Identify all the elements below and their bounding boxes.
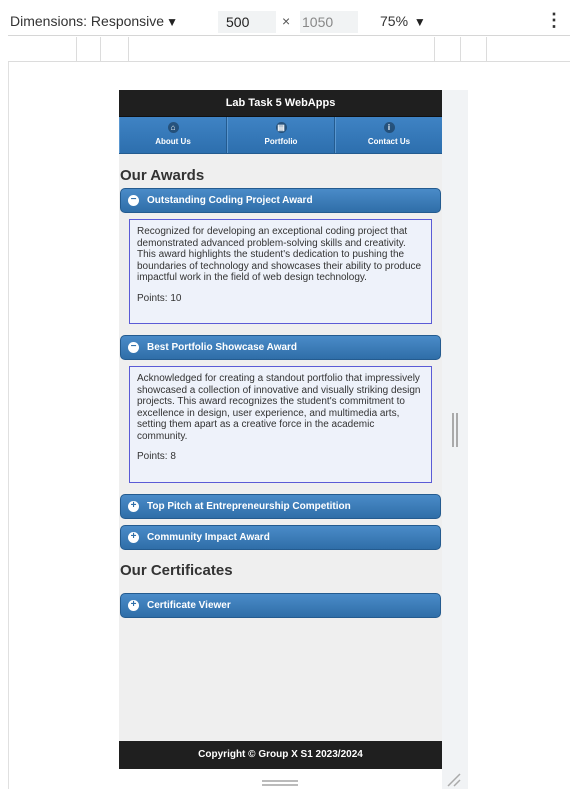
award-collapsible: − Outstanding Coding Project Award Recog… bbox=[120, 188, 441, 324]
award-title: Top Pitch at Entrepreneurship Competitio… bbox=[147, 501, 351, 512]
resize-handle-corner-icon[interactable] bbox=[446, 772, 462, 788]
ruler-divider bbox=[100, 37, 101, 62]
devtools-toolbar: Dimensions: Responsive ▼ 500 × 1050 75% ▼… bbox=[8, 8, 570, 36]
award-toggle[interactable]: + Community Impact Award bbox=[120, 525, 441, 550]
award-description: Acknowledged for creating a standout por… bbox=[137, 373, 421, 442]
award-title: Community Impact Award bbox=[147, 532, 270, 543]
certificate-toggle[interactable]: + Certificate Viewer bbox=[120, 593, 441, 618]
nav-label: Portfolio bbox=[264, 137, 298, 146]
certificate-title: Certificate Viewer bbox=[147, 600, 231, 611]
award-description: Recognized for developing an exceptional… bbox=[137, 226, 422, 283]
ruler-divider bbox=[486, 37, 487, 62]
nav-portfolio[interactable]: ▤ Portfolio bbox=[227, 117, 335, 153]
minus-icon: − bbox=[128, 342, 139, 353]
screen: Dimensions: Responsive ▼ 500 × 1050 75% ▼… bbox=[0, 0, 570, 789]
ruler-divider bbox=[76, 37, 77, 62]
award-content: Recognized for developing an exceptional… bbox=[129, 219, 432, 324]
nav-contact-us[interactable]: i Contact Us bbox=[335, 117, 442, 153]
award-collapsible: − Best Portfolio Showcase Award Acknowle… bbox=[120, 335, 441, 483]
info-icon: i bbox=[383, 122, 395, 133]
caret-down-icon: ▼ bbox=[166, 15, 178, 29]
media-query-ruler[interactable] bbox=[8, 37, 570, 62]
navbar: ⌂ About Us ▤ Portfolio i Contact Us bbox=[119, 117, 442, 154]
award-points: Points: 8 bbox=[137, 451, 176, 462]
certificate-collapsible: + Certificate Viewer bbox=[120, 593, 441, 618]
dimensions-dropdown[interactable]: Dimensions: Responsive ▼ bbox=[10, 13, 178, 29]
nav-label: About Us bbox=[155, 137, 191, 146]
zoom-label: 75% bbox=[380, 13, 409, 29]
award-collapsible: + Top Pitch at Entrepreneurship Competit… bbox=[120, 494, 441, 519]
device-viewport: Lab Task 5 WebApps ⌂ About Us ▤ Portfoli… bbox=[119, 90, 442, 769]
devtools-edge bbox=[8, 62, 9, 789]
home-icon: ⌂ bbox=[167, 122, 179, 133]
ruler-divider bbox=[128, 37, 129, 62]
award-toggle[interactable]: − Best Portfolio Showcase Award bbox=[120, 335, 441, 360]
ruler-divider bbox=[434, 37, 435, 62]
award-content: Acknowledged for creating a standout por… bbox=[129, 366, 432, 483]
plus-icon: + bbox=[128, 600, 139, 611]
award-collapsible: + Community Impact Award bbox=[120, 525, 441, 550]
resize-handle-right[interactable] bbox=[452, 413, 458, 447]
dimensions-label: Dimensions: Responsive bbox=[10, 13, 165, 29]
times-sign: × bbox=[282, 13, 291, 29]
award-toggle[interactable]: − Outstanding Coding Project Award bbox=[120, 188, 441, 213]
awards-heading: Our Awards bbox=[120, 167, 205, 184]
award-points: Points: 10 bbox=[137, 292, 182, 304]
plus-icon: + bbox=[128, 532, 139, 543]
award-title: Best Portfolio Showcase Award bbox=[147, 342, 298, 353]
award-title: Outstanding Coding Project Award bbox=[147, 195, 313, 206]
caret-down-icon: ▼ bbox=[413, 15, 426, 29]
zoom-dropdown[interactable]: 75% ▼ bbox=[380, 13, 426, 29]
minus-icon: − bbox=[128, 195, 139, 206]
ruler-divider bbox=[460, 37, 461, 62]
nav-about-us[interactable]: ⌂ About Us bbox=[119, 117, 227, 153]
award-toggle[interactable]: + Top Pitch at Entrepreneurship Competit… bbox=[120, 494, 441, 519]
certificates-heading: Our Certificates bbox=[120, 562, 233, 579]
app-header: Lab Task 5 WebApps bbox=[119, 90, 442, 117]
page-content: Our Awards − Outstanding Coding Project … bbox=[119, 154, 442, 618]
height-input[interactable]: 1050 bbox=[300, 11, 358, 33]
more-options-icon[interactable]: ⋮ bbox=[545, 10, 563, 31]
grid-icon: ▤ bbox=[275, 122, 287, 133]
app-footer: Copyright © Group X S1 2023/2024 bbox=[119, 741, 442, 769]
nav-label: Contact Us bbox=[367, 137, 411, 146]
width-input[interactable]: 500 bbox=[218, 11, 276, 33]
plus-icon: + bbox=[128, 501, 139, 512]
resize-handle-bottom[interactable] bbox=[262, 780, 298, 786]
